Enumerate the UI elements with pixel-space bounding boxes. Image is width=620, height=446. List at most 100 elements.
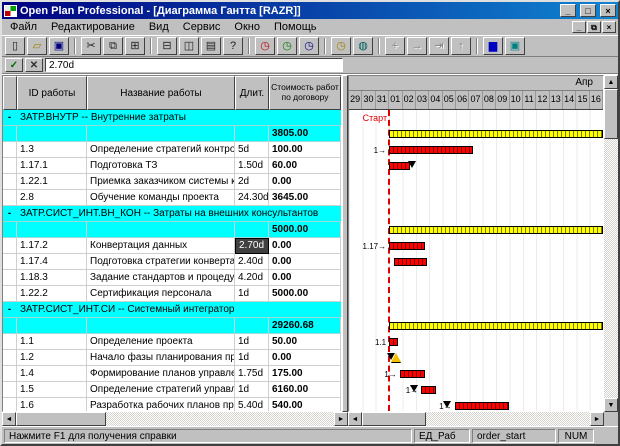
duration-cell[interactable]: 24.30d bbox=[235, 190, 269, 206]
cost-cell[interactable]: 50.00 bbox=[269, 334, 341, 350]
menu-item-file[interactable]: Файл bbox=[3, 20, 44, 35]
id-cell[interactable] bbox=[17, 318, 87, 334]
paste-button[interactable]: ⊞ bbox=[125, 37, 145, 55]
cost-cell[interactable]: 0.00 bbox=[269, 174, 341, 190]
reports-button[interactable]: ▤ bbox=[201, 37, 221, 55]
id-cell[interactable] bbox=[17, 222, 87, 238]
row-expand-toggle[interactable]: - bbox=[3, 302, 17, 318]
chart-scroll-right-icon[interactable]: ► bbox=[590, 412, 604, 426]
name-cell[interactable]: Определение стратегий управления и bbox=[87, 382, 235, 398]
table-row-total-1[interactable]: 3805.00 bbox=[3, 126, 341, 142]
menu-item-tools[interactable]: Сервис bbox=[176, 20, 228, 35]
new-button[interactable]: ▯ bbox=[5, 37, 25, 55]
cell-edit-input[interactable] bbox=[45, 58, 343, 72]
cost-cell[interactable]: 0.00 bbox=[269, 270, 341, 286]
table-row-1.17.1[interactable]: 1.17.1Подготовка ТЗ1.50d60.00 bbox=[3, 158, 341, 174]
id-cell[interactable]: 1.18.3 bbox=[17, 270, 87, 286]
gantt-view-button[interactable]: ▆ bbox=[483, 37, 503, 55]
gantt-bar-task[interactable] bbox=[400, 370, 425, 378]
menu-item-help[interactable]: Помощь bbox=[267, 20, 324, 35]
duration-cell[interactable]: 5d bbox=[235, 142, 269, 158]
duration-cell[interactable]: 2.40d bbox=[235, 254, 269, 270]
table-scroll-right-icon[interactable]: ► bbox=[334, 412, 348, 426]
duration-cell[interactable]: 1d bbox=[235, 286, 269, 302]
id-cell[interactable]: 1.1 bbox=[17, 334, 87, 350]
gantt-bar-task[interactable] bbox=[389, 146, 473, 154]
vertical-scrollbar[interactable]: ▲ ▼ bbox=[604, 75, 618, 412]
table-scroll-thumb[interactable] bbox=[16, 412, 106, 426]
minimize-button[interactable]: _ bbox=[560, 4, 576, 17]
id-cell[interactable]: 2.8 bbox=[17, 190, 87, 206]
name-cell[interactable]: Формирование планов управления bbox=[87, 366, 235, 382]
monitor-button[interactable]: ▣ bbox=[505, 37, 525, 55]
name-cell[interactable]: Подготовка ТЗ bbox=[87, 158, 235, 174]
gantt-bar-summary[interactable] bbox=[389, 226, 603, 234]
table-row-1.17.4[interactable]: 1.17.4Подготовка стратегии конвертации2.… bbox=[3, 254, 341, 270]
duration-cell[interactable] bbox=[235, 126, 269, 142]
table-row-2.8[interactable]: 2.8Обучение команды проекта24.30d3645.00 bbox=[3, 190, 341, 206]
table-row-1.22.1[interactable]: 1.22.1Приемка заказчиком системы клиент2… bbox=[3, 174, 341, 190]
open-button[interactable]: ▱ bbox=[27, 37, 47, 55]
name-cell[interactable]: Разработка рабочих планов проекта bbox=[87, 398, 235, 411]
mdi-close-button[interactable]: × bbox=[602, 21, 616, 33]
mdi-restore-button[interactable]: ⧉ bbox=[587, 21, 601, 33]
duration-cell[interactable] bbox=[235, 318, 269, 334]
chart-scroll-track[interactable] bbox=[362, 412, 590, 426]
table-row-1.17.2[interactable]: 1.17.2Конвертация данных2.70d0.00 bbox=[3, 238, 341, 254]
cost-cell[interactable]: 0.00 bbox=[269, 238, 341, 254]
duration-cell[interactable]: 4.20d bbox=[235, 270, 269, 286]
duration-cell[interactable]: 1.75d bbox=[235, 366, 269, 382]
menu-item-view[interactable]: Вид bbox=[142, 20, 176, 35]
clock-green-button[interactable]: ◷ bbox=[277, 37, 297, 55]
cost-cell[interactable]: 60.00 bbox=[269, 158, 341, 174]
duration-cell[interactable] bbox=[235, 222, 269, 238]
chart-horizontal-scrollbar[interactable]: ◄ ► bbox=[348, 412, 604, 426]
gantt-bar-summary[interactable] bbox=[389, 130, 603, 138]
scroll-up-icon[interactable]: ▲ bbox=[604, 75, 618, 89]
cost-cell[interactable]: 100.00 bbox=[269, 142, 341, 158]
id-cell[interactable]: 1.4 bbox=[17, 366, 87, 382]
id-cell[interactable]: 1.3 bbox=[17, 142, 87, 158]
duration-cell[interactable]: 1d bbox=[235, 334, 269, 350]
scroll-down-icon[interactable]: ▼ bbox=[604, 398, 618, 412]
table-row-1.18.3[interactable]: 1.18.3Задание стандартов и процедур по д… bbox=[3, 270, 341, 286]
save-button[interactable]: ▣ bbox=[49, 37, 69, 55]
chart-scroll-thumb[interactable] bbox=[362, 412, 426, 426]
gantt-bar-task[interactable] bbox=[394, 258, 426, 266]
table-row-1.2[interactable]: 1.2Начало фазы планирования проекта1d0.0… bbox=[3, 350, 341, 366]
table-row-1.4[interactable]: 1.4Формирование планов управления1.75d17… bbox=[3, 366, 341, 382]
gantt-bar-task[interactable] bbox=[455, 402, 510, 410]
duration-cell-editing[interactable]: 2.70d bbox=[235, 238, 269, 254]
cost-cell[interactable]: 175.00 bbox=[269, 366, 341, 382]
name-cell[interactable]: Задание стандартов и процедур по д bbox=[87, 270, 235, 286]
milestone-marker[interactable] bbox=[410, 385, 418, 392]
table-row-1.6[interactable]: 1.6Разработка рабочих планов проекта5.40… bbox=[3, 398, 341, 411]
duration-cell[interactable]: 1d bbox=[235, 382, 269, 398]
copy-button[interactable]: ⧉ bbox=[103, 37, 123, 55]
help-button[interactable]: ? bbox=[223, 37, 243, 55]
table-row-section-6[interactable]: -ЗАТР.СИСТ_ИНТ.ВН_КОН -- Затраты на внеш… bbox=[3, 206, 341, 222]
cost-cell[interactable]: 3805.00 bbox=[269, 126, 341, 142]
mdi-minimize-button[interactable]: _ bbox=[572, 21, 586, 33]
table-row-section-12[interactable]: -ЗАТР.СИСТ_ИНТ.СИ -- Системный интеграто… bbox=[3, 302, 341, 318]
name-cell[interactable] bbox=[87, 222, 235, 238]
duration-cell[interactable]: 1.50d bbox=[235, 158, 269, 174]
cost-cell[interactable]: 5000.00 bbox=[269, 286, 341, 302]
name-cell[interactable]: Конвертация данных bbox=[87, 238, 235, 254]
gantt-bar-task[interactable] bbox=[389, 242, 425, 250]
vertical-scroll-track[interactable] bbox=[604, 89, 618, 398]
id-cell[interactable]: 1.22.2 bbox=[17, 286, 87, 302]
table-scroll-track[interactable] bbox=[16, 412, 334, 426]
name-cell[interactable]: Начало фазы планирования проекта bbox=[87, 350, 235, 366]
cost-cell[interactable]: 0.00 bbox=[269, 350, 341, 366]
edit-cancel-button[interactable]: ✕ bbox=[25, 58, 43, 72]
edit-confirm-button[interactable]: ✓ bbox=[5, 58, 23, 72]
cost-cell[interactable]: 6160.00 bbox=[269, 382, 341, 398]
row-expand-toggle[interactable]: - bbox=[3, 206, 17, 222]
clock-yellow-button[interactable]: ◷ bbox=[331, 37, 351, 55]
cost-cell[interactable]: 540.00 bbox=[269, 398, 341, 411]
duration-cell[interactable]: 2d bbox=[235, 174, 269, 190]
table-scroll-left-icon[interactable]: ◄ bbox=[2, 412, 16, 426]
cut-button[interactable]: ✂ bbox=[81, 37, 101, 55]
table-row-1.1[interactable]: 1.1Определение проекта1d50.00 bbox=[3, 334, 341, 350]
